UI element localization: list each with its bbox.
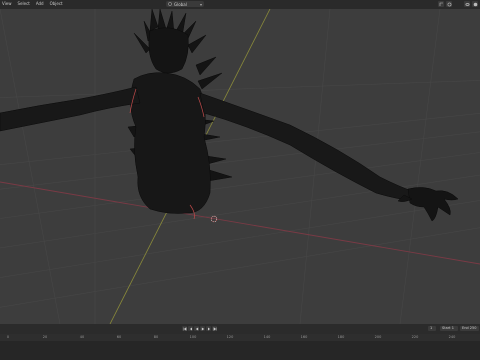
menu-select[interactable]: Select xyxy=(17,1,31,7)
tick-label: 200 xyxy=(374,335,382,339)
start-frame-field[interactable]: Start 1 xyxy=(440,326,458,331)
frame-ruler[interactable]: 0 20 40 60 80 100 120 140 160 180 200 22… xyxy=(0,334,480,341)
3d-viewport[interactable] xyxy=(0,9,480,324)
end-label: End xyxy=(462,326,469,330)
menu-view[interactable]: View xyxy=(1,1,13,7)
chevron-down-icon: ▾ xyxy=(199,1,202,7)
end-value: 250 xyxy=(469,326,477,330)
mesh-object[interactable] xyxy=(0,9,459,222)
jump-start-icon[interactable] xyxy=(182,326,187,331)
proportional-icon[interactable] xyxy=(446,1,452,7)
blender-window: View Select Add Object Global ▾ 1 Start … xyxy=(0,0,480,360)
tick-label: 20 xyxy=(42,335,48,339)
tick-label: 220 xyxy=(411,335,419,339)
snap-icon[interactable] xyxy=(438,1,444,7)
tick-label: 160 xyxy=(300,335,308,339)
overlay-icon[interactable] xyxy=(464,1,470,7)
shading-icon[interactable] xyxy=(472,1,478,7)
tick-label: 120 xyxy=(226,335,234,339)
viewport-shading-group xyxy=(464,1,478,7)
menu-object[interactable]: Object xyxy=(49,1,64,7)
start-value: 1 xyxy=(451,326,454,330)
tick-label: 240 xyxy=(448,335,456,339)
tick-label: 0 xyxy=(6,335,10,339)
orientation-icon xyxy=(168,2,172,6)
tick-label: 140 xyxy=(263,335,271,339)
header-tools xyxy=(438,1,452,7)
tick-label: 100 xyxy=(189,335,197,339)
menu-add[interactable]: Add xyxy=(35,1,45,7)
prev-key-icon[interactable] xyxy=(188,326,193,331)
viewport-grid xyxy=(0,9,480,324)
current-frame-field[interactable]: 1 xyxy=(428,326,436,331)
play-reverse-icon[interactable] xyxy=(194,326,199,331)
timeline-area[interactable]: 0 20 40 60 80 100 120 140 160 180 200 22… xyxy=(0,334,480,360)
grid-lines xyxy=(0,9,480,324)
viewport-header: View Select Add Object Global ▾ xyxy=(0,0,480,9)
tick-label: 180 xyxy=(337,335,345,339)
tick-label: 40 xyxy=(79,335,85,339)
next-key-icon[interactable] xyxy=(206,326,211,331)
end-frame-field[interactable]: End 250 xyxy=(460,326,479,331)
play-icon[interactable] xyxy=(200,326,205,331)
start-label: Start xyxy=(442,326,451,330)
transform-orientation-dropdown[interactable]: Global ▾ xyxy=(166,1,204,7)
header-menu: View Select Add Object xyxy=(1,1,64,7)
jump-end-icon[interactable] xyxy=(212,326,217,331)
tick-label: 80 xyxy=(153,335,159,339)
tick-label: 60 xyxy=(116,335,122,339)
timeline-header: 1 Start 1 End 250 xyxy=(0,324,480,334)
playback-controls xyxy=(182,326,217,331)
orientation-label: Global xyxy=(174,1,187,7)
